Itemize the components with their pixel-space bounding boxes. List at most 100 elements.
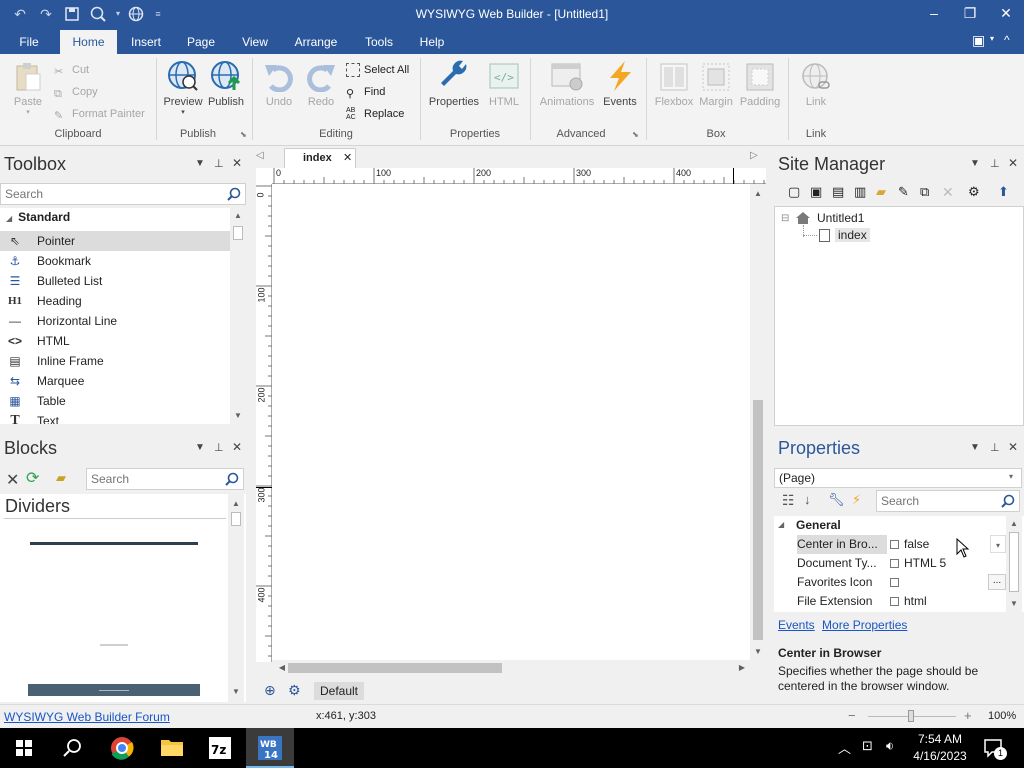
blocks-pin-icon[interactable]: ⊥ [214,441,224,454]
collapse-ribbon-icon[interactable]: ^ [1004,33,1010,47]
network-icon[interactable]: ⊡ [862,738,873,754]
page-properties-icon[interactable]: ⚙ [968,184,980,200]
canvas-vertical-scrollbar[interactable]: ▲ ▼ [750,184,766,660]
wysiwyg-taskbar-button[interactable]: WB 14 [246,728,294,768]
clock[interactable]: 7:54 AM 4/16/2023 [908,731,972,765]
toolbox-close-icon[interactable]: ✕ [232,156,242,170]
toolbox-item-bookmark[interactable]: ⚓ Bookmark [0,251,230,271]
blocks-close-icon[interactable]: ✕ [232,440,242,454]
tab-tools[interactable]: Tools [356,30,402,54]
link-button[interactable]: Link [796,62,836,108]
forum-link[interactable]: WYSIWYG Web Builder Forum [4,710,170,724]
events-link[interactable]: Events [778,618,815,632]
divider-block-banner[interactable] [28,684,200,696]
property-row-center-in-browser[interactable]: Center in Bro... false ▾ [794,535,1008,554]
blocks-search[interactable] [86,468,244,490]
tab-page[interactable]: Page [180,30,222,54]
document-tab-index[interactable]: index ✕ [284,148,356,168]
wrench-small-icon[interactable]: 🔧︎ [828,492,845,508]
tab-help[interactable]: Help [410,30,454,54]
toolbox-item-html[interactable]: <> HTML [0,331,230,351]
new-page-template-icon[interactable]: ▣ [810,184,822,200]
refresh-icon[interactable]: ⟳ [26,468,39,488]
property-row-file-extension[interactable]: File Extension html [794,592,1008,611]
move-up-icon[interactable]: ⬆ [998,184,1009,200]
property-row-document-type[interactable]: Document Ty... HTML 5 [794,554,1008,573]
property-row-favorites-icon[interactable]: Favorites Icon ... [794,573,1008,592]
scroll-thumb[interactable] [753,400,763,640]
lightning-small-icon[interactable]: ⚡︎ [852,492,861,508]
blocks-scrollbar[interactable]: ▲ ▼ [228,494,244,702]
scroll-up-icon[interactable]: ▲ [228,496,244,512]
scroll-thumb[interactable] [288,663,502,673]
blocks-menu-icon[interactable]: ▼ [195,442,205,453]
paste-button[interactable]: Paste ▾ [10,62,46,116]
tab-home[interactable]: Home [60,30,117,54]
toolbox-item-bulleted-list[interactable]: ☰ Bulleted List [0,271,230,291]
copy-button[interactable]: ⧉ Copy [54,83,98,101]
properties-search-input[interactable] [877,491,1019,511]
advanced-dialog-launcher-icon[interactable]: ⬊ [632,130,639,139]
toolbox-search-input[interactable] [1,184,245,204]
canvas-horizontal-scrollbar[interactable]: ◀ ▶ [272,660,750,676]
7zip-taskbar-button[interactable]: 7z [196,728,244,768]
scroll-down-icon[interactable]: ▼ [228,684,244,700]
browse-button[interactable]: ... [988,574,1006,590]
margin-button[interactable]: Margin [696,62,736,108]
new-linked-page-icon[interactable]: ▥ [854,184,866,200]
delete-page-icon[interactable]: ✕ [942,184,954,201]
toolbox-pin-icon[interactable]: ⊥ [214,157,224,170]
search-icon[interactable] [1001,494,1015,508]
property-value[interactable]: html [904,592,927,611]
new-folder-icon[interactable]: ▰ [876,184,886,200]
undo-button[interactable]: Undo [260,62,298,108]
redo-button[interactable]: Redo [302,62,340,108]
new-external-page-icon[interactable]: ▤ [832,184,844,200]
scroll-thumb[interactable] [233,226,243,240]
start-button[interactable] [0,728,48,768]
zoom-out-icon[interactable]: − [848,708,856,723]
sort-alphabetical-icon[interactable]: ↓ [804,492,811,507]
tab-scroll-left-icon[interactable]: ◁ [256,150,264,161]
padding-button[interactable]: Padding [738,62,782,108]
divider-block-line[interactable] [30,542,198,545]
site-root[interactable]: Untitled1 [817,211,864,225]
site-manager-close-icon[interactable]: ✕ [1008,156,1018,170]
toolbox-item-inline-frame[interactable]: ▤ Inline Frame [0,351,230,371]
tab-scroll-right-icon[interactable]: ▷ [750,150,758,161]
property-value[interactable]: false [904,535,929,554]
file-explorer-taskbar-button[interactable] [148,728,196,768]
cut-button[interactable]: ✂ Cut [54,61,89,79]
more-properties-link[interactable]: More Properties [822,618,907,632]
layout-dropdown-icon[interactable]: ▾ [990,34,994,43]
open-folder-icon[interactable]: ▰ [56,470,66,486]
toolbox-scrollbar[interactable]: ▲ ▼ [230,208,246,424]
properties-search[interactable] [876,490,1020,512]
events-button[interactable]: Events [600,60,640,108]
layout-settings-icon[interactable]: ⚙ [288,682,301,699]
collapse-tree-icon[interactable]: ⊟ [781,213,789,224]
categorized-view-icon[interactable]: ☷ [782,492,795,509]
tab-view[interactable]: View [234,30,276,54]
layout-menu-icon[interactable]: ▣ [972,32,985,49]
flexbox-button[interactable]: Flexbox [652,62,696,108]
search-icon[interactable] [225,472,239,486]
tab-file[interactable]: File [8,30,50,54]
toolbox-item-horizontal-line[interactable]: — Horizontal Line [0,311,230,331]
notification-center-button[interactable]: 1 [980,734,1008,762]
new-page-icon[interactable]: ▢ [788,184,800,200]
select-all-button[interactable]: Select All [346,61,409,79]
site-manager-menu-icon[interactable]: ▼ [970,158,980,169]
volume-icon[interactable]: 🔉︎ [886,738,894,754]
scroll-down-icon[interactable]: ▼ [750,644,766,660]
edit-page-icon[interactable]: ✎ [898,184,909,200]
page-canvas[interactable] [272,184,750,660]
scroll-up-icon[interactable]: ▲ [230,208,246,224]
show-hidden-icons-icon[interactable]: ︿ [838,738,851,757]
duplicate-page-icon[interactable]: ⧉ [920,184,929,200]
scroll-right-icon[interactable]: ▶ [734,660,750,676]
toolbox-search[interactable] [0,183,246,205]
chrome-taskbar-button[interactable] [98,728,146,768]
find-button[interactable]: ⚲ Find [346,83,385,101]
toolbox-item-pointer[interactable]: ⇖ Pointer [0,231,230,251]
